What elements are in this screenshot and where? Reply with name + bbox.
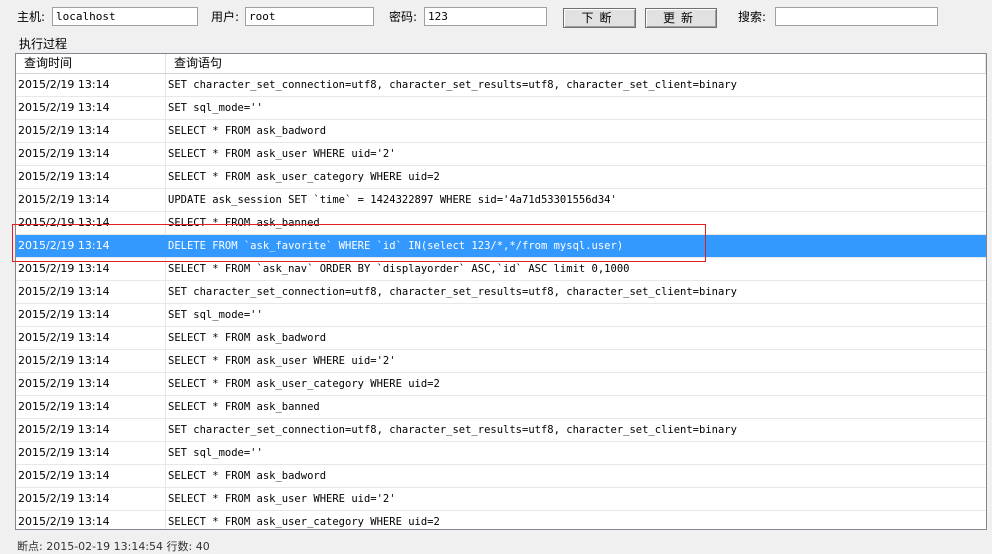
query-time-cell: 2015/2/19 13:14 [16, 143, 166, 165]
host-label: 主机: [17, 10, 46, 24]
query-statement-cell: SET character_set_connection=utf8, chara… [168, 79, 737, 91]
search-label: 搜索: [738, 10, 767, 24]
query-statement-cell: SELECT * FROM ask_banned [168, 401, 320, 413]
status-bar: 断点: 2015-02-19 13:14:54 行数: 40 [17, 540, 210, 553]
query-table[interactable]: 查询时间 查询语句 2015/2/19 13:14 SET character_s… [15, 53, 987, 530]
query-statement-cell: SET character_set_connection=utf8, chara… [168, 424, 737, 436]
table-row[interactable]: 2015/2/19 13:14 SELECT * FROM ask_badword [16, 120, 986, 143]
query-statement-cell: SELECT * FROM `ask_nav` ORDER BY `displa… [168, 263, 630, 275]
table-row[interactable]: 2015/2/19 13:14 SET character_set_connect… [16, 281, 986, 304]
query-time-cell: 2015/2/19 13:14 [16, 396, 166, 418]
table-row[interactable]: 2015/2/19 13:14 SET sql_mode='' [16, 442, 986, 465]
query-statement-cell: SELECT * FROM ask_user_category WHERE ui… [168, 378, 440, 390]
table-row[interactable]: 2015/2/19 13:14 SELECT * FROM ask_user_ca… [16, 511, 986, 529]
query-statement-cell: SELECT * FROM ask_user WHERE uid='2' [168, 493, 396, 505]
table-body: 2015/2/19 13:14 SET character_set_connect… [16, 74, 986, 529]
query-statement-cell: SELECT * FROM ask_user_category WHERE ui… [168, 516, 440, 528]
query-time-cell: 2015/2/19 13:14 [16, 166, 166, 188]
break-button[interactable]: 下断 [563, 8, 636, 28]
table-row[interactable]: 2015/2/19 13:14 SET character_set_connect… [16, 419, 986, 442]
query-time-cell: 2015/2/19 13:14 [16, 373, 166, 395]
query-statement-cell: UPDATE ask_session SET `time` = 14243228… [168, 194, 617, 206]
table-row[interactable]: 2015/2/19 13:14 SELECT * FROM ask_user_ca… [16, 166, 986, 189]
query-statement-cell: DELETE FROM `ask_favorite` WHERE `id` IN… [168, 240, 624, 252]
query-time-cell: 2015/2/19 13:14 [16, 327, 166, 349]
table-row[interactable]: 2015/2/19 13:14 SELECT * FROM ask_user WH… [16, 143, 986, 166]
table-row[interactable]: 2015/2/19 13:14 SELECT * FROM ask_badword [16, 465, 986, 488]
update-button[interactable]: 更新 [645, 8, 717, 28]
query-statement-cell: SELECT * FROM ask_user WHERE uid='2' [168, 148, 396, 160]
user-input[interactable]: root [245, 7, 374, 26]
query-time-cell: 2015/2/19 13:14 [16, 97, 166, 119]
query-statement-cell: SET sql_mode='' [168, 309, 263, 321]
query-time-cell: 2015/2/19 13:14 [16, 189, 166, 211]
table-row[interactable]: 2015/2/19 13:14 DELETE FROM `ask_favorite… [16, 235, 986, 258]
table-row[interactable]: 2015/2/19 13:14 SELECT * FROM ask_banned [16, 396, 986, 419]
query-statement-cell: SET sql_mode='' [168, 447, 263, 459]
query-statement-cell: SELECT * FROM ask_badword [168, 470, 327, 482]
query-statement-cell: SELECT * FROM ask_user_category WHERE ui… [168, 171, 440, 183]
query-time-cell: 2015/2/19 13:14 [16, 258, 166, 280]
query-statement-cell: SET character_set_connection=utf8, chara… [168, 286, 737, 298]
table-row[interactable]: 2015/2/19 13:14 SELECT * FROM `ask_nav` O… [16, 258, 986, 281]
query-time-cell: 2015/2/19 13:14 [16, 465, 166, 487]
user-label: 用户: [211, 10, 240, 24]
query-time-cell: 2015/2/19 13:14 [16, 511, 166, 529]
query-time-cell: 2015/2/19 13:14 [16, 488, 166, 510]
query-time-cell: 2015/2/19 13:14 [16, 235, 166, 257]
table-header: 查询时间 查询语句 [16, 54, 986, 74]
query-statement-cell: SELECT * FROM ask_badword [168, 125, 327, 137]
table-row[interactable]: 2015/2/19 13:14 SELECT * FROM ask_user_ca… [16, 373, 986, 396]
column-header-query[interactable]: 查询语句 [166, 54, 986, 73]
table-row[interactable]: 2015/2/19 13:14 SELECT * FROM ask_banned [16, 212, 986, 235]
table-row[interactable]: 2015/2/19 13:14 UPDATE ask_session SET `t… [16, 189, 986, 212]
query-time-cell: 2015/2/19 13:14 [16, 442, 166, 464]
table-row[interactable]: 2015/2/19 13:14 SELECT * FROM ask_badword [16, 327, 986, 350]
query-time-cell: 2015/2/19 13:14 [16, 350, 166, 372]
query-time-cell: 2015/2/19 13:14 [16, 304, 166, 326]
query-time-cell: 2015/2/19 13:14 [16, 74, 166, 96]
search-input[interactable] [775, 7, 938, 26]
query-statement-cell: SET sql_mode='' [168, 102, 263, 114]
table-row[interactable]: 2015/2/19 13:14 SET character_set_connect… [16, 74, 986, 97]
query-statement-cell: SELECT * FROM ask_banned [168, 217, 320, 229]
password-input[interactable]: 123 [424, 7, 547, 26]
table-row[interactable]: 2015/2/19 13:14 SELECT * FROM ask_user WH… [16, 350, 986, 373]
table-row[interactable]: 2015/2/19 13:14 SELECT * FROM ask_user WH… [16, 488, 986, 511]
host-input[interactable]: localhost [52, 7, 198, 26]
section-title: 执行过程 [19, 37, 68, 51]
query-time-cell: 2015/2/19 13:14 [16, 120, 166, 142]
query-statement-cell: SELECT * FROM ask_badword [168, 332, 327, 344]
query-time-cell: 2015/2/19 13:14 [16, 281, 166, 303]
query-time-cell: 2015/2/19 13:14 [16, 212, 166, 234]
query-time-cell: 2015/2/19 13:14 [16, 419, 166, 441]
column-header-time[interactable]: 查询时间 [16, 54, 166, 73]
table-row[interactable]: 2015/2/19 13:14 SET sql_mode='' [16, 97, 986, 120]
password-label: 密码: [389, 10, 418, 24]
table-row[interactable]: 2015/2/19 13:14 SET sql_mode='' [16, 304, 986, 327]
query-statement-cell: SELECT * FROM ask_user WHERE uid='2' [168, 355, 396, 367]
